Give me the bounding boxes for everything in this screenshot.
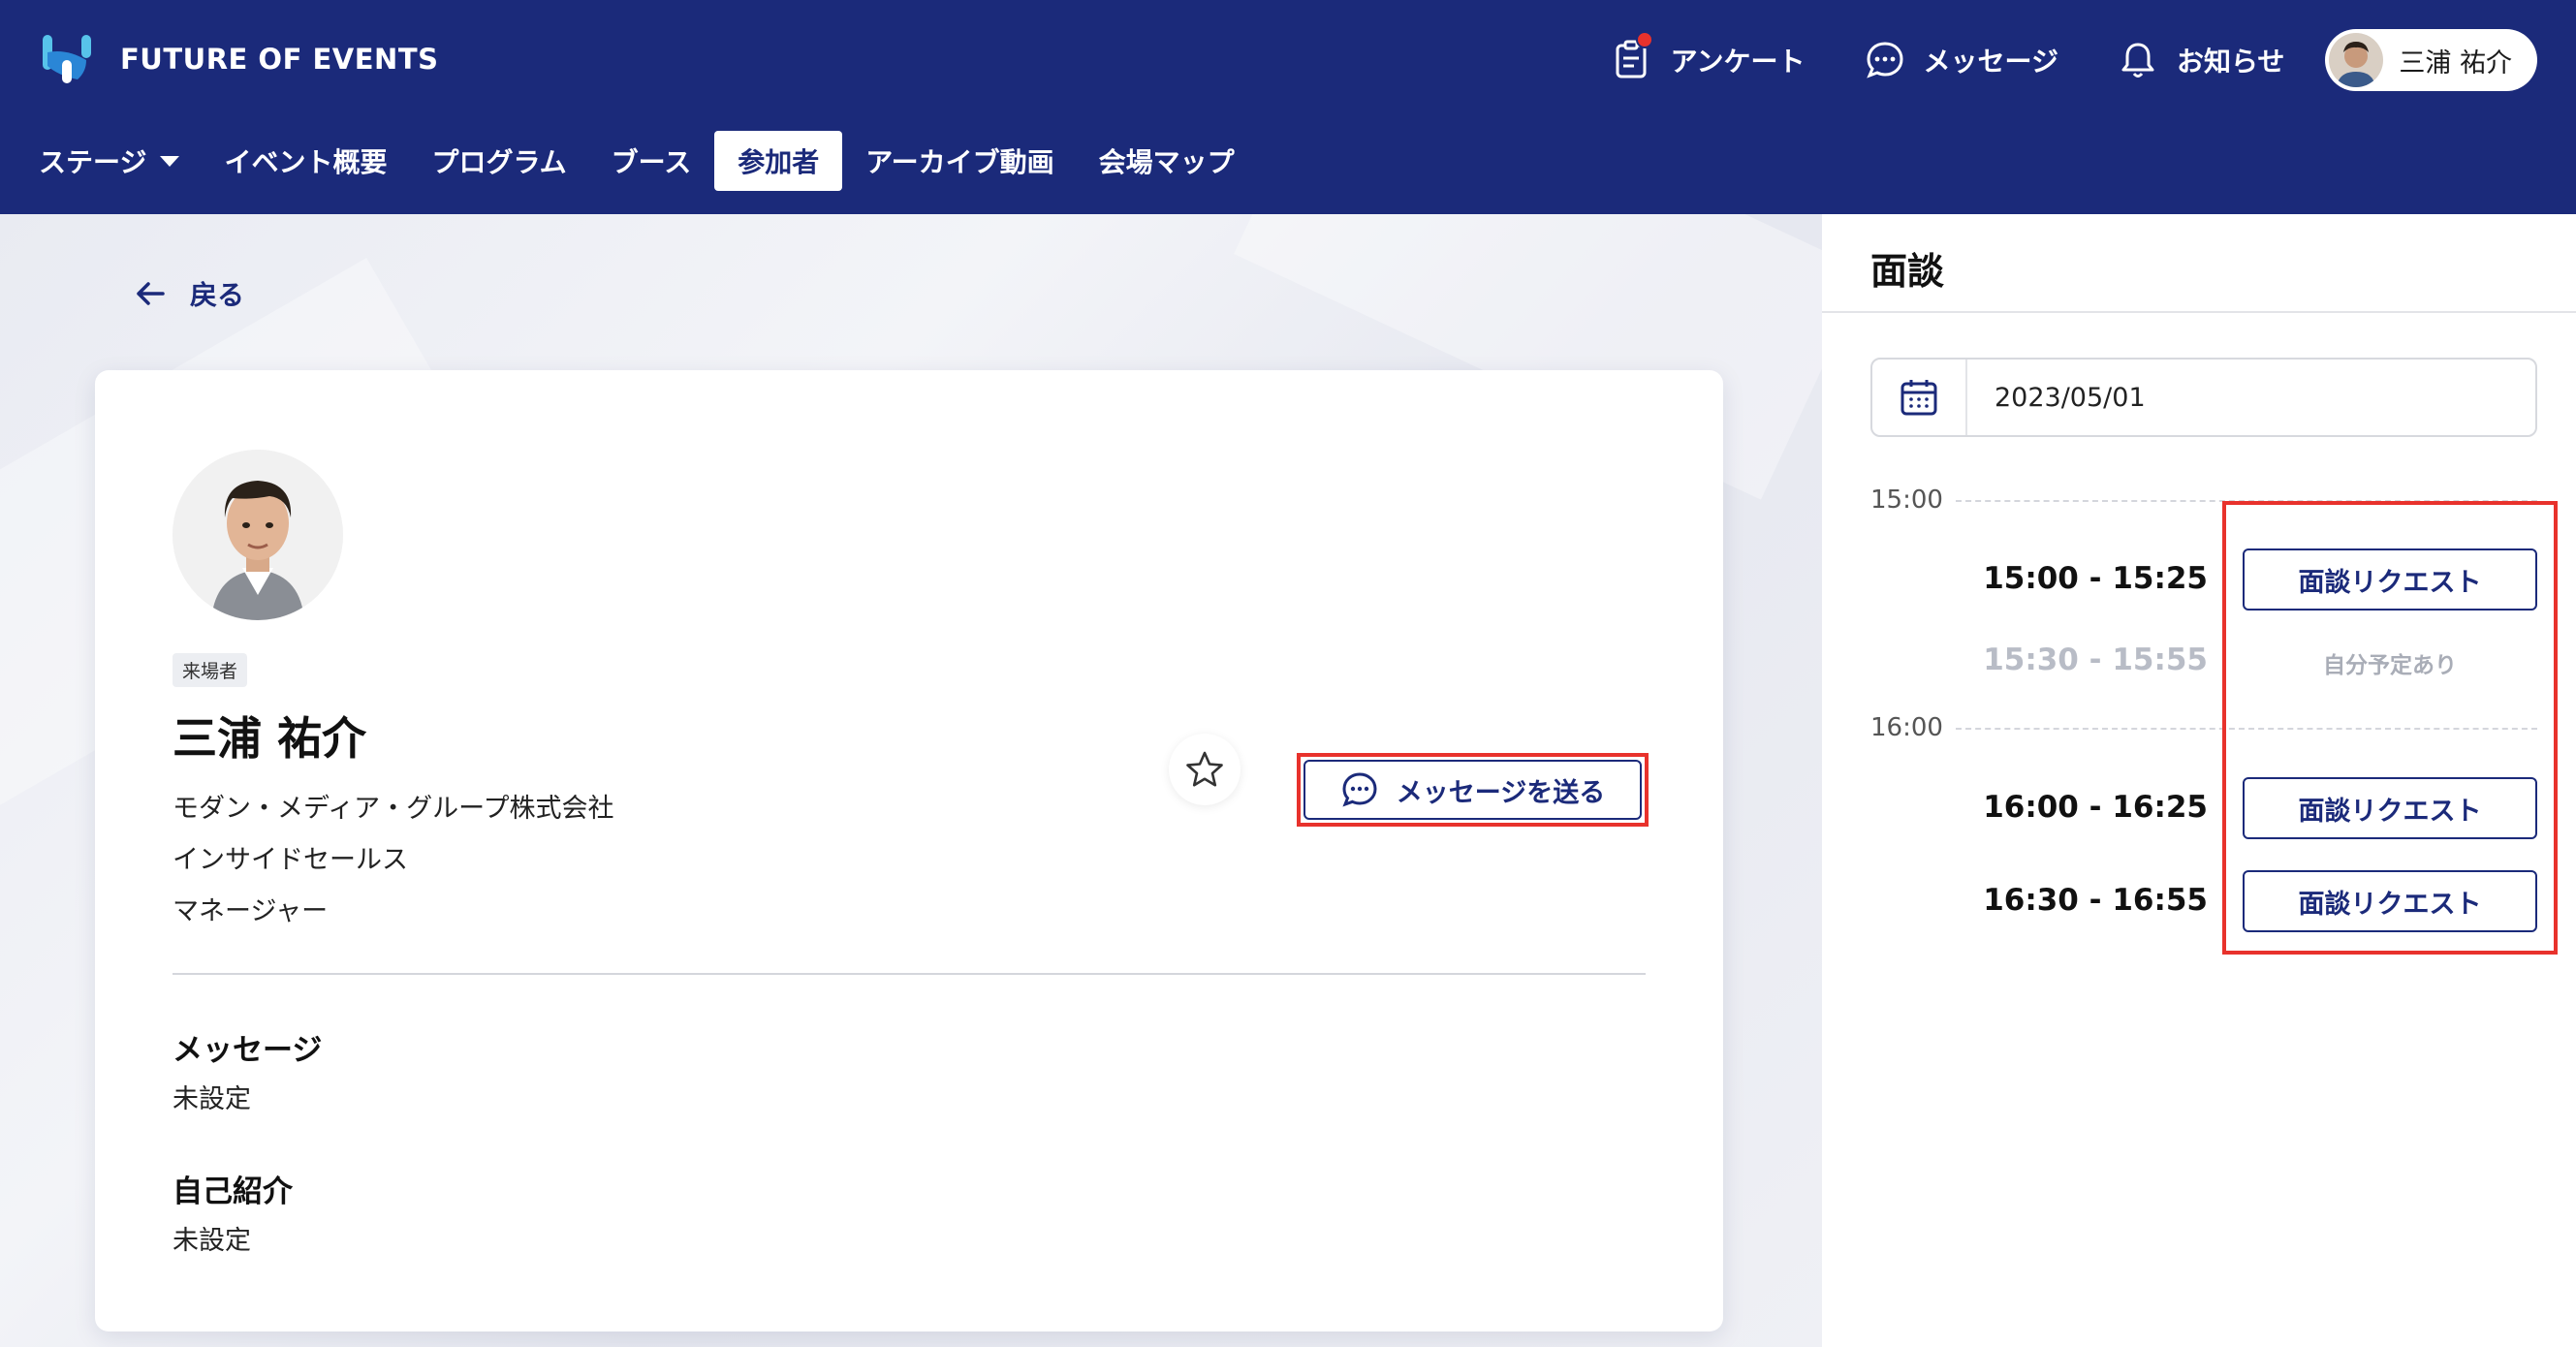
meeting-panel-title: 面談 — [1870, 250, 1945, 293]
brand-logo-icon — [43, 35, 91, 83]
user-menu[interactable]: 三浦 祐介 — [2325, 29, 2537, 91]
nav-archive-videos[interactable]: アーカイブ動画 — [865, 131, 1053, 191]
section-divider — [173, 973, 1646, 975]
arrow-left-icon — [137, 282, 165, 305]
nav-participants[interactable]: 参加者 — [714, 131, 843, 191]
send-message-button[interactable]: メッセージを送る — [1304, 760, 1642, 820]
survey-label: アンケート — [1670, 46, 1806, 78]
participant-type-badge: 来場者 — [173, 653, 248, 687]
main-nav: ステージ イベント概要 プログラム ブース 参加者 アーカイブ動画 会場マップ — [39, 129, 1279, 193]
date-value: 2023/05/01 — [1995, 382, 2146, 413]
survey-link[interactable]: アンケート — [1611, 31, 1806, 81]
panel-divider — [1822, 311, 2576, 313]
participant-name: 三浦 祐介 — [173, 712, 367, 765]
brand-name: FUTURE OF EVENTS — [120, 43, 439, 76]
hour-label: 15:00 — [1870, 486, 1943, 515]
profile-area: 戻る 来場者 三浦 祐介 モダン・メディア・グループ株式会社 インサイドセールス… — [0, 214, 1822, 1347]
user-name: 三浦 祐介 — [2399, 47, 2512, 78]
notifications-label: お知らせ — [2176, 46, 2285, 78]
slot-time: 15:30 - 15:55 — [1983, 642, 2208, 677]
chevron-down-icon — [160, 155, 180, 167]
back-button[interactable]: 戻る — [134, 274, 244, 313]
user-avatar — [2329, 33, 2384, 87]
slot-time: 15:00 - 15:25 — [1983, 561, 2208, 596]
nav-venue-map[interactable]: 会場マップ — [1099, 131, 1235, 191]
chat-icon — [1342, 772, 1377, 807]
self-intro-section-value: 未設定 — [173, 1226, 251, 1256]
slot-time: 16:30 - 16:55 — [1983, 883, 2208, 918]
brand-logo[interactable]: FUTURE OF EVENTS — [39, 31, 439, 87]
slot-time: 16:00 - 16:25 — [1983, 790, 2208, 825]
send-message-label: メッセージを送る — [1396, 777, 1606, 808]
participant-company: モダン・メディア・グループ株式会社 — [173, 794, 614, 824]
favorite-button[interactable] — [1169, 734, 1241, 805]
date-picker-icon-box — [1872, 360, 1967, 435]
calendar-icon — [1901, 380, 1937, 416]
bell-icon — [2121, 43, 2154, 78]
slots-highlight — [2222, 501, 2558, 955]
participant-department: インサイドセールス — [173, 845, 408, 875]
message-section-value: 未設定 — [173, 1084, 251, 1114]
chat-icon — [1866, 42, 1903, 78]
message-section-label: メッセージ — [173, 1033, 323, 1068]
back-label: 戻る — [190, 279, 245, 311]
nav-stage[interactable]: ステージ — [39, 131, 180, 191]
star-icon — [1186, 751, 1223, 787]
app-header: FUTURE OF EVENTS アンケート メッセージ お知らせ 三浦 祐介 … — [0, 0, 2576, 214]
notifications-link[interactable]: お知らせ — [2117, 39, 2284, 81]
participant-job-title: マネージャー — [173, 896, 329, 926]
nav-event-overview[interactable]: イベント概要 — [224, 131, 387, 191]
profile-card: 来場者 三浦 祐介 モダン・メディア・グループ株式会社 インサイドセールス マネ… — [95, 370, 1723, 1331]
survey-notification-dot — [1635, 31, 1653, 48]
nav-program[interactable]: プログラム — [431, 131, 566, 191]
nav-booth[interactable]: ブース — [612, 131, 692, 191]
hour-label: 16:00 — [1870, 713, 1943, 742]
messages-label: メッセージ — [1923, 46, 2058, 78]
header-actions: アンケート メッセージ お知らせ 三浦 祐介 — [1553, 29, 2537, 91]
meeting-panel: 面談 2023/05/01 15:00 15:00 - 15:25 面談リクエス… — [1822, 214, 2576, 1347]
date-picker[interactable]: 2023/05/01 — [1870, 358, 2537, 437]
profile-avatar — [173, 450, 343, 620]
messages-link[interactable]: メッセージ — [1864, 39, 2058, 81]
self-intro-section-label: 自己紹介 — [173, 1175, 293, 1209]
